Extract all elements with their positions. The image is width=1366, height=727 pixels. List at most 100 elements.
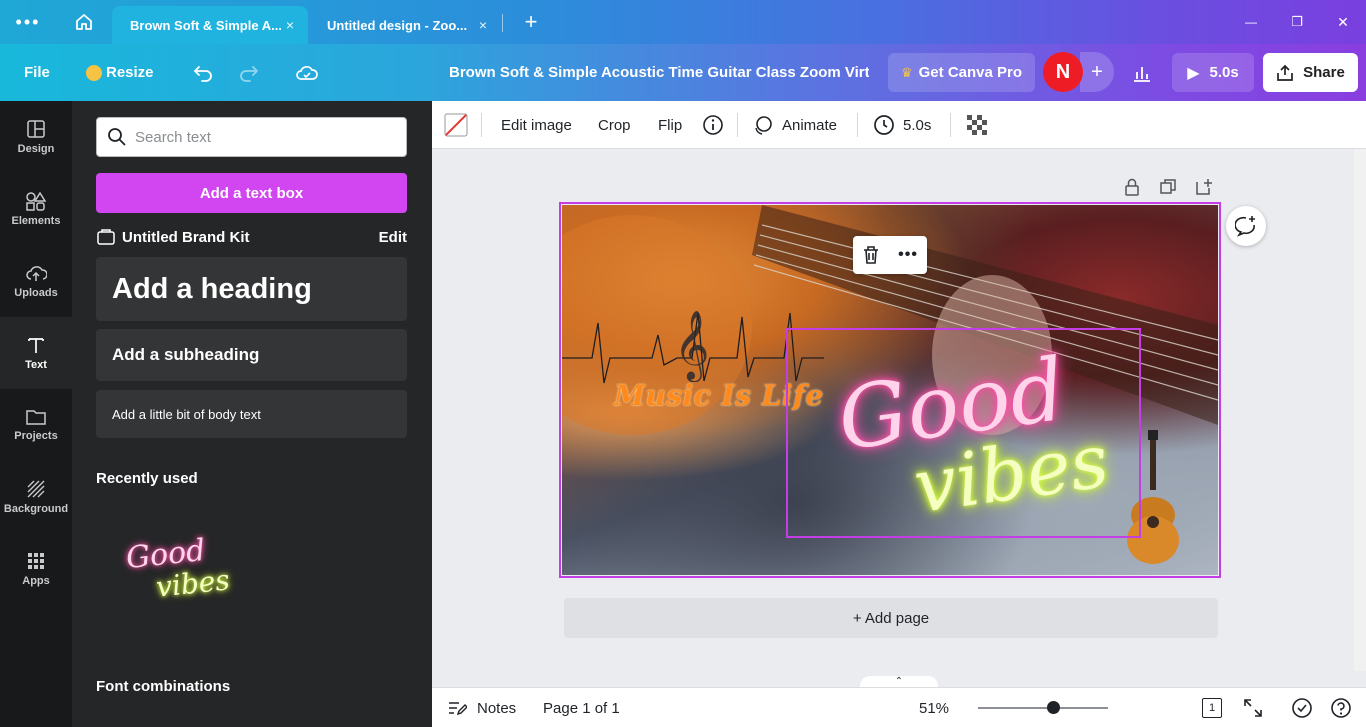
recent-vibes-text: vibes — [154, 563, 232, 604]
editor-toolbar: File Resize Brown Soft & Simple Acoustic… — [0, 44, 1366, 101]
recently-used-title: Recently used — [96, 470, 198, 487]
uploads-icon — [26, 266, 47, 281]
present-button[interactable]: ▶ 5.0s — [1172, 53, 1254, 92]
page-grid-button[interactable]: 1 — [1202, 688, 1222, 727]
info-icon[interactable] — [702, 101, 724, 149]
close-window-button[interactable]: ✕ — [1328, 0, 1358, 44]
document-title[interactable]: Brown Soft & Simple Acoustic Time Guitar… — [449, 44, 869, 101]
left-rail: Design Elements Uploads Text Projects Ba… — [0, 101, 72, 727]
notes-icon — [449, 702, 467, 716]
lock-icon[interactable] — [1123, 178, 1141, 196]
cloud-save-icon[interactable] — [295, 44, 319, 101]
undo-icon[interactable] — [192, 44, 214, 101]
resize-button[interactable]: Resize — [86, 44, 154, 101]
rail-item-apps[interactable]: Apps — [0, 533, 72, 605]
vertical-scrollbar[interactable] — [1354, 149, 1366, 671]
search-box[interactable] — [96, 117, 407, 157]
zoom-slider-track[interactable] — [978, 707, 1108, 709]
insights-icon[interactable] — [1121, 53, 1163, 92]
folder-icon — [26, 410, 46, 425]
add-subheading-button[interactable]: Add a subheading — [96, 329, 407, 381]
zoom-slider-thumb[interactable] — [1046, 701, 1060, 714]
add-page-button[interactable]: + Add page — [564, 598, 1218, 638]
brand-kit-edit-link[interactable]: Edit — [379, 229, 407, 246]
context-toolbar: Edit image Crop Flip Animate 5.0s — [432, 101, 1366, 149]
rail-item-projects[interactable]: Projects — [0, 389, 72, 461]
share-label: Share — [1303, 64, 1345, 81]
font-combinations-title: Font combinations — [96, 678, 231, 695]
home-icon[interactable] — [66, 0, 102, 44]
share-icon — [1277, 64, 1293, 81]
music-is-life-text[interactable]: Music Is Life — [614, 379, 824, 412]
title-bar: ••• Brown Soft & Simple A... × Untitled … — [0, 0, 1366, 44]
search-icon — [108, 128, 126, 146]
tab-label: Brown Soft & Simple A... — [130, 17, 282, 33]
tab-untitled-design[interactable]: Untitled design - Zoo... × — [309, 6, 501, 44]
divider — [857, 113, 858, 137]
rail-item-elements[interactable]: Elements — [0, 173, 72, 245]
search-input[interactable] — [135, 128, 395, 146]
share-button[interactable]: Share — [1263, 53, 1358, 92]
background-icon — [27, 480, 45, 498]
page-indicator[interactable]: Page 1 of 1 — [543, 688, 620, 727]
get-canva-pro-button[interactable]: ♛ Get Canva Pro — [888, 53, 1035, 92]
tab-close-icon[interactable]: × — [286, 17, 294, 33]
menu-dots-icon[interactable]: ••• — [10, 0, 46, 44]
add-body-text-button[interactable]: Add a little bit of body text — [96, 390, 407, 438]
elements-icon — [26, 191, 47, 211]
add-text-box-button[interactable]: Add a text box — [96, 173, 407, 213]
brand-kit-icon — [97, 229, 115, 245]
check-circle-icon[interactable] — [1291, 688, 1313, 727]
rail-item-uploads[interactable]: Uploads — [0, 245, 72, 317]
play-icon: ▶ — [1187, 64, 1200, 82]
zoom-value[interactable]: 51% — [919, 688, 949, 727]
tab-brown-soft[interactable]: Brown Soft & Simple A... × — [112, 6, 308, 44]
text-icon — [28, 338, 44, 353]
rail-label: Uploads — [14, 287, 58, 299]
get-pro-label: Get Canva Pro — [918, 64, 1023, 81]
crown-icon: ♛ — [900, 64, 913, 80]
clock-icon — [874, 115, 894, 135]
duration-label: 5.0s — [903, 116, 932, 134]
tab-label: Untitled design - Zoo... — [327, 17, 468, 33]
avatar[interactable]: N — [1043, 52, 1083, 92]
animate-button[interactable]: Animate — [752, 101, 837, 149]
flip-button[interactable]: Flip — [658, 101, 682, 149]
rail-label: Elements — [11, 215, 61, 227]
tab-close-icon[interactable]: × — [479, 17, 487, 33]
duplicate-page-icon[interactable] — [1159, 178, 1177, 196]
file-menu[interactable]: File — [24, 44, 50, 101]
add-heading-button[interactable]: Add a heading — [96, 257, 407, 321]
rail-item-background[interactable]: Background — [0, 461, 72, 533]
redo-icon[interactable] — [238, 44, 260, 101]
add-comment-button[interactable] — [1226, 206, 1266, 246]
svg-text:𝄞: 𝄞 — [674, 310, 709, 382]
design-icon — [27, 120, 45, 138]
fullscreen-icon[interactable] — [1243, 688, 1263, 727]
crop-button[interactable]: Crop — [598, 101, 631, 149]
recent-good-vibes-item[interactable]: Good vibes — [112, 527, 232, 617]
restore-button[interactable]: ❐ — [1282, 0, 1312, 44]
resize-label: Resize — [106, 64, 154, 81]
rail-item-design[interactable]: Design — [0, 101, 72, 173]
more-options-icon[interactable]: ••• — [898, 246, 918, 264]
trash-icon[interactable] — [862, 245, 880, 265]
comment-plus-icon — [1235, 216, 1255, 237]
text-panel: Add a text box Untitled Brand Kit Edit A… — [72, 101, 432, 727]
pages-icon: 1 — [1202, 698, 1222, 718]
rail-label: Projects — [14, 430, 58, 442]
minimize-button[interactable]: — — [1236, 0, 1266, 44]
notes-button[interactable]: Notes — [447, 688, 516, 727]
rail-item-text[interactable]: Text — [0, 317, 72, 389]
edit-image-button[interactable]: Edit image — [501, 101, 572, 149]
divider — [950, 113, 951, 137]
duration-button[interactable]: 5.0s — [873, 101, 931, 149]
color-swatch-icon[interactable] — [444, 101, 468, 149]
brand-kit-row: Untitled Brand Kit Edit — [96, 225, 407, 249]
notes-label: Notes — [477, 699, 517, 717]
new-tab-button[interactable]: + — [516, 0, 546, 44]
transparency-icon[interactable] — [966, 101, 988, 149]
help-icon[interactable] — [1330, 688, 1352, 727]
bottom-bar: Notes Page 1 of 1 51% 1 — [432, 687, 1366, 727]
add-page-icon[interactable] — [1195, 178, 1213, 196]
